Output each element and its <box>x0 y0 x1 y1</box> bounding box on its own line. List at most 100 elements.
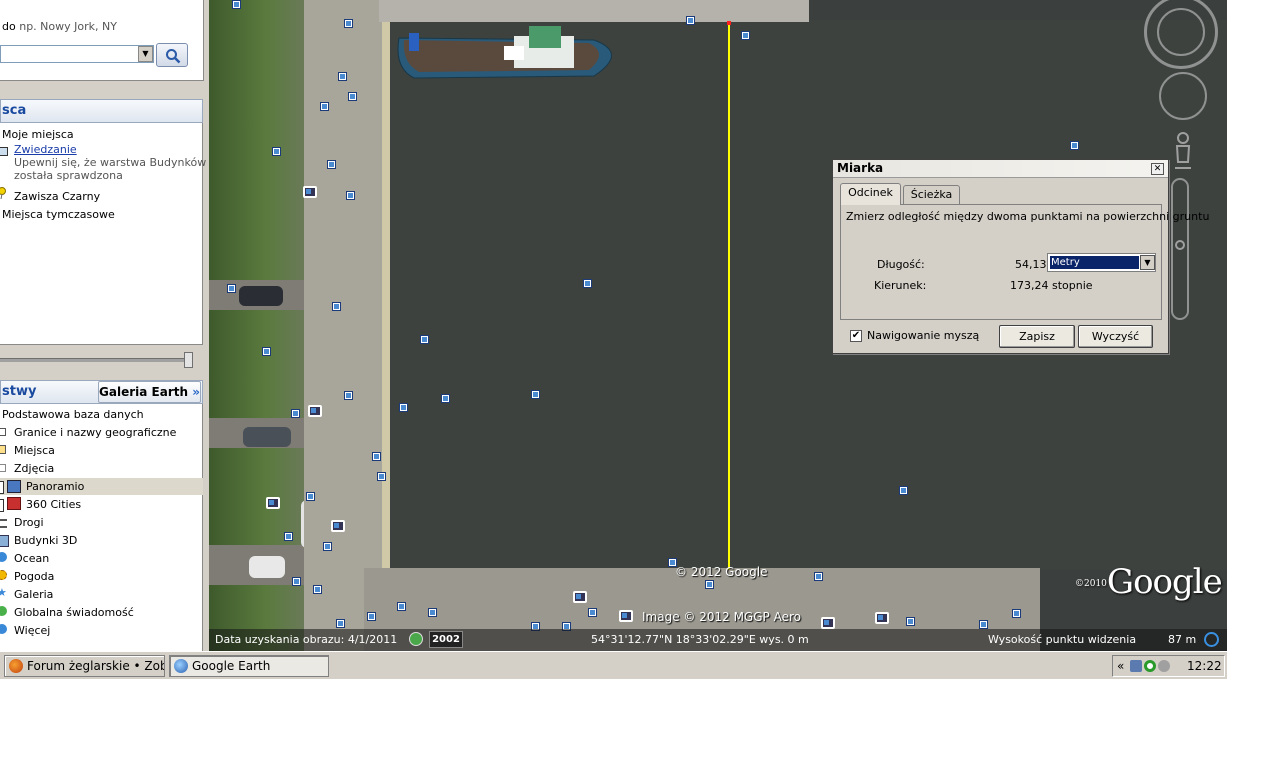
photo-marker[interactable] <box>320 102 329 111</box>
photo-marker-large[interactable] <box>619 610 633 622</box>
layer-item-ocean[interactable]: Ocean <box>14 552 49 565</box>
photo-marker[interactable] <box>338 72 347 81</box>
layer-item-buildings-3d[interactable]: Budynki 3D <box>14 534 77 547</box>
photo-marker[interactable] <box>1070 141 1079 150</box>
taskbar-clock[interactable]: 12:22 <box>1187 656 1222 676</box>
search-input[interactable] <box>0 45 154 63</box>
photo-marker[interactable] <box>588 608 597 617</box>
photo-marker[interactable] <box>306 492 315 501</box>
photo-marker-large[interactable] <box>308 405 322 417</box>
photo-marker[interactable] <box>323 542 332 551</box>
photo-marker-large[interactable] <box>303 186 317 198</box>
photo-marker[interactable] <box>327 160 336 169</box>
photo-marker[interactable] <box>428 608 437 617</box>
photo-marker[interactable] <box>377 472 386 481</box>
photo-marker[interactable] <box>420 335 429 344</box>
search-history-dropdown[interactable]: ▼ <box>138 46 153 62</box>
photo-marker[interactable] <box>441 394 450 403</box>
tree-item-tour[interactable]: Zwiedzanie <box>14 143 77 156</box>
taskbar-item-google-earth[interactable]: Google Earth <box>169 655 329 677</box>
layer-item-panoramio[interactable]: Panoramio <box>26 480 84 493</box>
photo-marker-large[interactable] <box>875 612 889 624</box>
network-icon[interactable] <box>1130 660 1142 672</box>
photo-marker[interactable] <box>531 390 540 399</box>
photo-marker[interactable] <box>979 620 988 629</box>
photo-marker[interactable] <box>313 585 322 594</box>
photo-marker[interactable] <box>741 31 750 40</box>
photo-marker[interactable] <box>1012 609 1021 618</box>
layer-item-more[interactable]: Więcej <box>14 624 50 637</box>
tab-path[interactable]: Ścieżka <box>903 185 960 205</box>
google-logo-text: Google <box>1106 562 1223 602</box>
antivirus-icon[interactable] <box>1144 660 1156 672</box>
tab-line[interactable]: Odcinek <box>840 183 901 205</box>
photo-marker-large[interactable] <box>573 591 587 603</box>
photo-marker[interactable] <box>232 0 241 9</box>
layer-item-global-awareness[interactable]: Globalna świadomość <box>14 606 134 619</box>
photo-marker[interactable] <box>367 612 376 621</box>
photo-marker[interactable] <box>906 617 915 626</box>
clear-button[interactable]: Wyczyść <box>1078 325 1153 348</box>
photo-marker[interactable] <box>372 452 381 461</box>
look-joystick[interactable] <box>1157 8 1205 56</box>
save-button[interactable]: Zapisz <box>999 325 1075 348</box>
measure-start-point[interactable] <box>727 21 731 25</box>
layer-item-places[interactable]: Miejsca <box>14 444 55 457</box>
photo-marker[interactable] <box>344 391 353 400</box>
search-button[interactable] <box>156 43 188 67</box>
photo-marker[interactable] <box>291 409 300 418</box>
photo-marker-large[interactable] <box>821 617 835 629</box>
earth-gallery-button[interactable]: Galeria Earth » <box>98 381 201 403</box>
layer-item-roads[interactable]: Drogi <box>14 516 44 529</box>
historical-imagery-clock-icon[interactable] <box>409 632 423 646</box>
panel-splitter-handle[interactable] <box>184 352 193 368</box>
move-joystick[interactable] <box>1159 72 1207 120</box>
layer-item-borders[interactable]: Granice i nazwy geograficzne <box>14 426 176 439</box>
photo-marker[interactable] <box>284 532 293 541</box>
places-header[interactable]: sca <box>0 99 203 123</box>
map-copyright-image: Image © 2012 MGGP Aero <box>642 610 801 624</box>
360cities-checkbox[interactable] <box>0 499 4 512</box>
photo-marker[interactable] <box>583 279 592 288</box>
tray-expand-arrows[interactable]: « <box>1117 656 1124 676</box>
photo-marker[interactable] <box>705 580 714 589</box>
tour-icon <box>0 147 8 156</box>
unit-select[interactable]: Metry ▼ <box>1047 253 1156 272</box>
photo-marker[interactable] <box>686 16 695 25</box>
photo-marker[interactable] <box>348 92 357 101</box>
photo-marker[interactable] <box>399 403 408 412</box>
volume-icon[interactable] <box>1158 660 1170 672</box>
layer-item-360cities[interactable]: 360 Cities <box>26 498 81 511</box>
photo-marker[interactable] <box>332 302 341 311</box>
imagery-year-badge[interactable]: 2002 <box>429 631 463 648</box>
photo-marker[interactable] <box>272 147 281 156</box>
photo-marker[interactable] <box>292 577 301 586</box>
tree-item-my-places[interactable]: Moje miejsca <box>2 128 74 141</box>
ruler-dialog-titlebar[interactable]: Miarka <box>833 160 1168 178</box>
taskbar-item-forum[interactable]: Forum żeglarskie • Zobac... <box>4 655 165 677</box>
photo-marker[interactable] <box>397 602 406 611</box>
photo-marker[interactable] <box>262 347 271 356</box>
ruler-dialog: Miarka ✕ Odcinek Ścieżka Zmierz odległoś… <box>832 159 1209 354</box>
photo-marker[interactable] <box>814 572 823 581</box>
photo-marker-large[interactable] <box>266 497 280 509</box>
photo-marker[interactable] <box>227 284 236 293</box>
photo-marker-large[interactable] <box>331 520 345 532</box>
mouse-navigation-checkbox[interactable]: ✔ <box>850 330 862 342</box>
photo-marker[interactable] <box>336 619 345 628</box>
tree-item-temp-places[interactable]: Miejsca tymczasowe <box>2 208 115 221</box>
photo-marker[interactable] <box>899 486 908 495</box>
layer-item-gallery[interactable]: Galeria <box>14 588 53 601</box>
close-icon[interactable]: ✕ <box>1151 163 1164 175</box>
photo-marker[interactable] <box>344 19 353 28</box>
chevron-down-icon[interactable]: ▼ <box>1140 255 1155 270</box>
layer-item-primary-db[interactable]: Podstawowa baza danych <box>2 408 144 421</box>
layer-item-weather[interactable]: Pogoda <box>14 570 54 583</box>
tree-item-zawisza[interactable]: Zawisza Czarny <box>14 190 100 203</box>
photo-marker[interactable] <box>346 191 355 200</box>
layer-item-photos[interactable]: Zdjęcia <box>14 462 54 475</box>
zoom-slider-handle[interactable] <box>1175 240 1185 250</box>
panoramio-checkbox[interactable] <box>0 481 4 494</box>
street-view-pegman-icon[interactable] <box>1175 132 1191 170</box>
mouse-navigation-label[interactable]: Nawigowanie myszą <box>867 329 979 342</box>
